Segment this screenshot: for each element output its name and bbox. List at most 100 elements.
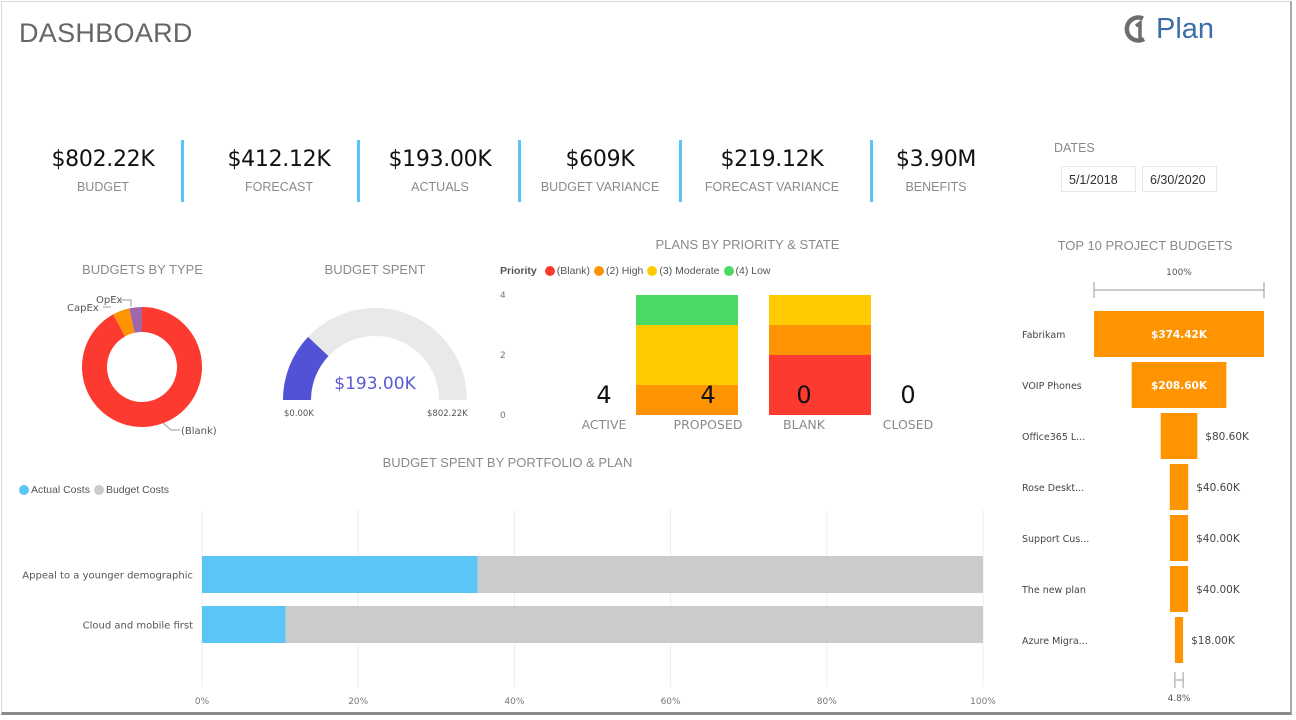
hbar-segment[interactable] xyxy=(202,606,286,643)
funnel-value-label: $40.00K xyxy=(1196,533,1241,545)
plans-by-priority-chart: 0 2 4 4 ACTIVE 4 PROPOSED 0 BLANK 0 CLOSED xyxy=(500,291,934,432)
legend-label: Budget Costs xyxy=(105,484,169,496)
gauge-max-label: $802.22K xyxy=(427,409,468,419)
y-tick-label: 0 xyxy=(500,411,506,421)
legend-label: (Blank) xyxy=(556,265,591,277)
legend-label: (2) High xyxy=(606,265,644,277)
legend-dot xyxy=(93,485,104,495)
x-tick-label: 80% xyxy=(817,697,837,707)
kpi-label: BUDGET VARIANCE xyxy=(540,180,660,194)
y-category-label: Cloud and mobile first xyxy=(83,621,193,632)
hbar-segment[interactable] xyxy=(285,606,983,643)
legend-item-low[interactable]: (4) Low xyxy=(723,265,771,277)
gauge-min-label: $0.00K xyxy=(284,409,314,419)
legend-item-blank[interactable]: (Blank) xyxy=(544,265,591,277)
funnel-bar[interactable] xyxy=(1169,515,1189,561)
logo-text: Plan xyxy=(1156,12,1215,45)
x-tick-label: 40% xyxy=(504,697,524,707)
funnel-bar[interactable] xyxy=(1169,464,1189,510)
funnel-category-label: Support Cus... xyxy=(1022,534,1089,545)
kpi-separator xyxy=(518,140,521,202)
funnel-value-label: $40.60K xyxy=(1196,482,1241,494)
hbar-segment[interactable] xyxy=(477,556,983,593)
kpi-value: $219.12K xyxy=(720,147,824,172)
funnel-category-label: Office365 L... xyxy=(1022,432,1085,443)
funnel-value-label: $40.00K xyxy=(1196,584,1241,596)
x-category-label: PROPOSED xyxy=(674,417,743,432)
stacked-bar-segment[interactable] xyxy=(769,295,871,325)
kpi-forecast-variance: $219.12K FORECAST VARIANCE xyxy=(700,140,844,202)
x-category-label: BLANK xyxy=(783,417,826,432)
stacked-bar-segment[interactable] xyxy=(636,325,738,385)
funnel-value-label: $208.60K xyxy=(1151,380,1208,392)
portfolio-plan-chart: 0% 20% 40% 60% 80% 100% Appeal to a younger de… xyxy=(22,510,996,707)
kpi-label: FORECAST xyxy=(244,180,314,194)
x-category-label: CLOSED xyxy=(883,417,934,432)
kpi-value: $3.90M xyxy=(895,147,977,172)
legend-item-high[interactable]: (2) High xyxy=(594,265,643,277)
legend-item-moderate[interactable]: (3) Moderate xyxy=(647,265,720,277)
leader-line xyxy=(121,299,132,307)
funnel-value-label: $18.00K xyxy=(1191,635,1236,647)
page-title: DASHBOARD xyxy=(19,18,193,48)
budgets-by-type-title: BUDGETS BY TYPE xyxy=(82,262,203,277)
funnel-category-label: Azure Migra... xyxy=(1022,636,1088,647)
x-tick-label: 0% xyxy=(195,697,210,707)
kpi-actuals: $193.00K ACTUALS xyxy=(374,140,506,202)
stacked-bar-segment[interactable] xyxy=(636,295,738,325)
category-count: 4 xyxy=(596,381,611,409)
end-date-input[interactable]: 6/30/2020 xyxy=(1142,166,1217,192)
legend-dot xyxy=(647,266,658,276)
plans-by-priority-title: PLANS BY PRIORITY & STATE xyxy=(655,237,840,252)
legend-dot xyxy=(594,266,605,276)
kpi-benefits: $3.90M BENEFITS xyxy=(871,140,1001,202)
legend-dot xyxy=(544,266,555,276)
kpi-separator xyxy=(181,140,184,202)
budget-spent-gauge: $193.00K $0.00K $802.22K xyxy=(283,308,468,419)
kpi-label: FORECAST VARIANCE xyxy=(704,180,840,194)
legend-label: Actual Costs xyxy=(31,484,90,496)
start-date-input[interactable]: 5/1/2018 xyxy=(1061,166,1136,192)
funnel-value-label: $374.42K xyxy=(1151,329,1208,341)
kpi-value: $802.22K xyxy=(51,147,155,172)
legend-item-budget-costs[interactable]: Budget Costs xyxy=(93,484,169,496)
category-count: 4 xyxy=(700,381,715,409)
legend-item-actual-costs[interactable]: Actual Costs xyxy=(19,484,90,496)
kpi-budget-variance: $609K BUDGET VARIANCE xyxy=(534,140,666,202)
x-tick-label: 20% xyxy=(348,697,368,707)
x-tick-label: 60% xyxy=(661,697,681,707)
kpi-label: ACTUALS xyxy=(411,180,469,194)
hbar-segment[interactable] xyxy=(202,556,478,593)
kpi-separator xyxy=(679,140,682,202)
donut-label: CapEx xyxy=(67,303,99,314)
legend-label: (3) Moderate xyxy=(659,265,720,277)
portfolio-plan-title: BUDGET SPENT BY PORTFOLIO & PLAN xyxy=(382,455,633,470)
legend-dot xyxy=(19,485,29,495)
category-count: 0 xyxy=(900,381,915,409)
kpi-label: BUDGET xyxy=(76,180,130,194)
funnel-category-label: VOIP Phones xyxy=(1022,381,1082,392)
kpi-value: $412.12K xyxy=(227,147,331,172)
dates-label: DATES xyxy=(1054,141,1095,155)
funnel-value-label: $80.60K xyxy=(1205,431,1250,443)
funnel-bar[interactable] xyxy=(1169,566,1189,612)
funnel-bottom-label: 4.8% xyxy=(1168,694,1191,704)
gauge-value: $193.00K xyxy=(334,374,416,394)
stacked-bar-segment[interactable] xyxy=(769,325,871,355)
stacked-bar-segment[interactable] xyxy=(769,355,871,415)
kpi-value: $609K xyxy=(565,147,635,172)
legend-title: Priority xyxy=(500,265,537,277)
legend-label: (4) Low xyxy=(735,265,771,277)
brand-logo: Plan xyxy=(1124,12,1214,46)
y-tick-label: 4 xyxy=(500,291,506,301)
stacked-bar-segment[interactable] xyxy=(636,385,738,415)
costs-legend: Actual Costs Budget Costs xyxy=(19,484,173,496)
funnel-bar[interactable] xyxy=(1160,413,1198,459)
x-category-label: ACTIVE xyxy=(582,417,627,432)
funnel-bar[interactable] xyxy=(1174,617,1184,663)
budget-spent-title: BUDGET SPENT xyxy=(324,262,426,277)
budgets-by-type-chart: (Blank) CapExOpEx xyxy=(67,295,217,437)
funnel-category-label: Rose Deskt... xyxy=(1022,483,1084,494)
funnel-category-label: Fabrikam xyxy=(1022,330,1065,341)
top-projects-title: TOP 10 PROJECT BUDGETS xyxy=(1057,238,1233,253)
